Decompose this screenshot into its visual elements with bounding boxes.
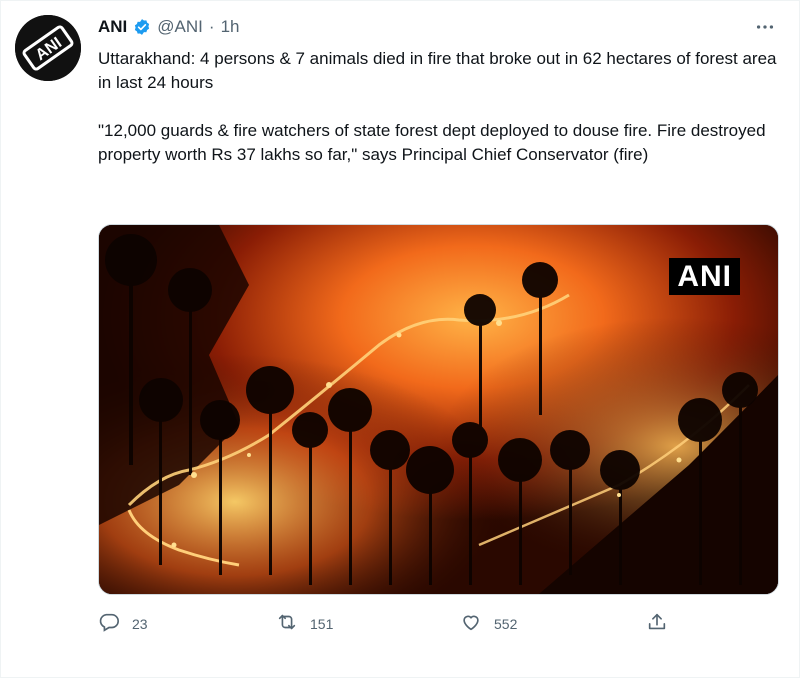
tweet-text: Uttarakhand: 4 persons & 7 animals died …	[98, 47, 778, 167]
retweet-button[interactable]: 151	[276, 611, 333, 636]
more-icon[interactable]	[753, 15, 777, 39]
like-button[interactable]: 552	[460, 611, 517, 636]
reply-count: 23	[132, 615, 148, 632]
tweet-text-paragraph-2: "12,000 guards & fire watchers of state …	[98, 121, 766, 164]
tweet-timestamp[interactable]: 1h	[221, 15, 240, 39]
avatar[interactable]: ANI	[15, 15, 81, 81]
retweet-icon	[276, 611, 298, 636]
author-handle[interactable]: @ANI	[157, 15, 203, 39]
tweet-media-image[interactable]: ANI	[98, 224, 779, 595]
like-count: 552	[494, 615, 518, 632]
tweet-header: ANI @ANI · 1h	[98, 15, 239, 39]
tweet-card[interactable]: ANI ANI @ANI · 1h Uttarakhand: 4 persons…	[0, 0, 800, 678]
verified-icon	[133, 18, 151, 36]
reply-icon	[98, 611, 120, 636]
retweet-count: 151	[310, 615, 334, 632]
like-icon	[460, 611, 482, 636]
share-button[interactable]	[646, 611, 668, 636]
share-icon	[646, 611, 668, 636]
separator-dot: ·	[208, 17, 215, 36]
author-name[interactable]: ANI	[98, 15, 127, 39]
media-watermark: ANI	[669, 258, 740, 295]
tweet-text-paragraph-1: Uttarakhand: 4 persons & 7 animals died …	[98, 49, 777, 92]
reply-button[interactable]: 23	[98, 611, 148, 636]
